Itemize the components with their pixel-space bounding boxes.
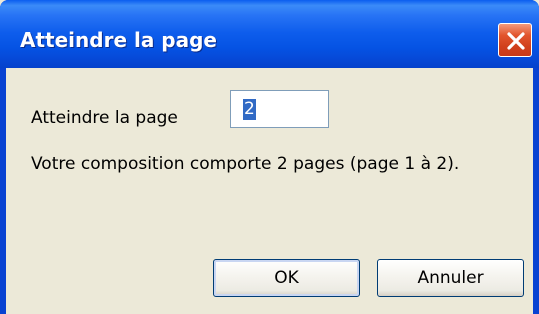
dialog-body: Atteindre la page 2 Votre composition co… [6,68,533,314]
close-button[interactable] [498,23,532,57]
page-number-label: Atteindre la page [31,108,178,128]
cancel-button[interactable]: Annuler [377,259,524,297]
close-icon [507,32,525,50]
page-number-value: 2 [243,99,256,120]
title-bar[interactable]: Atteindre la page [0,0,539,68]
page-count-info: Votre composition comporte 2 pages (page… [31,154,460,174]
page-number-input[interactable]: 2 [230,90,329,128]
window-title: Atteindre la page [20,28,217,52]
dialog-window: Atteindre la page Atteindre la page 2 Vo… [0,0,539,314]
ok-button[interactable]: OK [213,259,360,297]
